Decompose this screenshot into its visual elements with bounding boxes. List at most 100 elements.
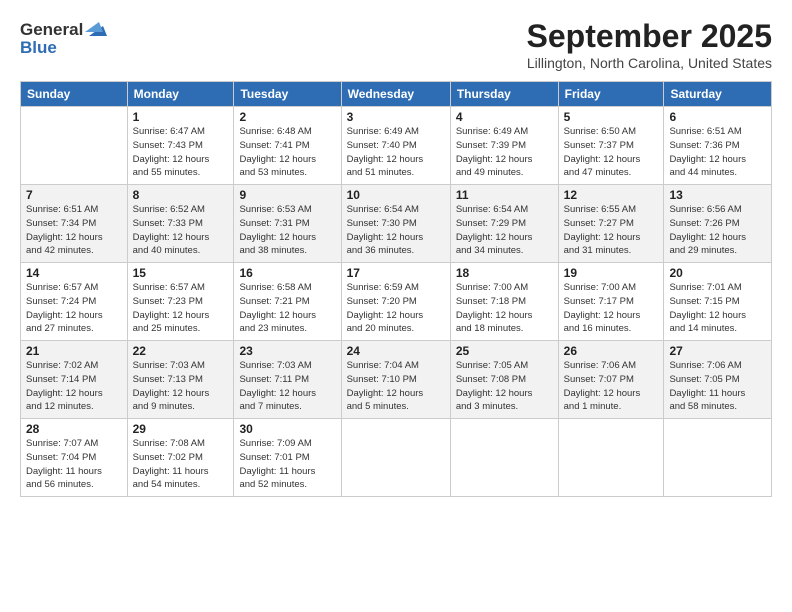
day-number: 30 (239, 422, 335, 436)
day-number: 12 (564, 188, 659, 202)
day-info: Sunrise: 6:59 AM Sunset: 7:20 PM Dayligh… (347, 281, 445, 336)
day-number: 5 (564, 110, 659, 124)
day-info: Sunrise: 7:00 AM Sunset: 7:17 PM Dayligh… (564, 281, 659, 336)
calendar-cell: 3Sunrise: 6:49 AM Sunset: 7:40 PM Daylig… (341, 107, 450, 185)
day-info: Sunrise: 6:54 AM Sunset: 7:29 PM Dayligh… (456, 203, 553, 258)
day-number: 26 (564, 344, 659, 358)
calendar-cell: 4Sunrise: 6:49 AM Sunset: 7:39 PM Daylig… (450, 107, 558, 185)
calendar-cell: 28Sunrise: 7:07 AM Sunset: 7:04 PM Dayli… (21, 419, 128, 497)
calendar-cell: 21Sunrise: 7:02 AM Sunset: 7:14 PM Dayli… (21, 341, 128, 419)
calendar-cell: 17Sunrise: 6:59 AM Sunset: 7:20 PM Dayli… (341, 263, 450, 341)
col-header-wednesday: Wednesday (341, 82, 450, 107)
day-info: Sunrise: 7:09 AM Sunset: 7:01 PM Dayligh… (239, 437, 335, 492)
calendar-cell: 2Sunrise: 6:48 AM Sunset: 7:41 PM Daylig… (234, 107, 341, 185)
day-info: Sunrise: 6:49 AM Sunset: 7:39 PM Dayligh… (456, 125, 553, 180)
day-info: Sunrise: 6:58 AM Sunset: 7:21 PM Dayligh… (239, 281, 335, 336)
calendar-cell: 13Sunrise: 6:56 AM Sunset: 7:26 PM Dayli… (664, 185, 772, 263)
day-info: Sunrise: 6:54 AM Sunset: 7:30 PM Dayligh… (347, 203, 445, 258)
logo-general: General (20, 20, 83, 40)
logo-icon (85, 18, 107, 40)
day-number: 11 (456, 188, 553, 202)
day-number: 20 (669, 266, 766, 280)
calendar-cell: 30Sunrise: 7:09 AM Sunset: 7:01 PM Dayli… (234, 419, 341, 497)
day-info: Sunrise: 6:57 AM Sunset: 7:24 PM Dayligh… (26, 281, 122, 336)
calendar-cell: 1Sunrise: 6:47 AM Sunset: 7:43 PM Daylig… (127, 107, 234, 185)
col-header-monday: Monday (127, 82, 234, 107)
col-header-thursday: Thursday (450, 82, 558, 107)
col-header-friday: Friday (558, 82, 664, 107)
calendar-cell: 26Sunrise: 7:06 AM Sunset: 7:07 PM Dayli… (558, 341, 664, 419)
day-info: Sunrise: 7:01 AM Sunset: 7:15 PM Dayligh… (669, 281, 766, 336)
day-number: 6 (669, 110, 766, 124)
day-info: Sunrise: 6:56 AM Sunset: 7:26 PM Dayligh… (669, 203, 766, 258)
calendar-cell (21, 107, 128, 185)
logo-blue: Blue (20, 38, 107, 58)
day-info: Sunrise: 7:06 AM Sunset: 7:07 PM Dayligh… (564, 359, 659, 414)
day-number: 9 (239, 188, 335, 202)
day-number: 2 (239, 110, 335, 124)
calendar-cell: 15Sunrise: 6:57 AM Sunset: 7:23 PM Dayli… (127, 263, 234, 341)
calendar-cell: 22Sunrise: 7:03 AM Sunset: 7:13 PM Dayli… (127, 341, 234, 419)
calendar-cell: 14Sunrise: 6:57 AM Sunset: 7:24 PM Dayli… (21, 263, 128, 341)
day-number: 14 (26, 266, 122, 280)
day-number: 10 (347, 188, 445, 202)
title-block: September 2025 Lillington, North Carolin… (527, 18, 772, 71)
day-info: Sunrise: 6:52 AM Sunset: 7:33 PM Dayligh… (133, 203, 229, 258)
day-number: 8 (133, 188, 229, 202)
day-number: 17 (347, 266, 445, 280)
day-info: Sunrise: 6:48 AM Sunset: 7:41 PM Dayligh… (239, 125, 335, 180)
calendar-cell (341, 419, 450, 497)
day-number: 29 (133, 422, 229, 436)
col-header-tuesday: Tuesday (234, 82, 341, 107)
calendar-cell: 7Sunrise: 6:51 AM Sunset: 7:34 PM Daylig… (21, 185, 128, 263)
calendar-cell: 11Sunrise: 6:54 AM Sunset: 7:29 PM Dayli… (450, 185, 558, 263)
calendar-cell: 16Sunrise: 6:58 AM Sunset: 7:21 PM Dayli… (234, 263, 341, 341)
day-info: Sunrise: 6:55 AM Sunset: 7:27 PM Dayligh… (564, 203, 659, 258)
day-number: 23 (239, 344, 335, 358)
calendar-cell: 12Sunrise: 6:55 AM Sunset: 7:27 PM Dayli… (558, 185, 664, 263)
calendar-cell: 5Sunrise: 6:50 AM Sunset: 7:37 PM Daylig… (558, 107, 664, 185)
day-number: 1 (133, 110, 229, 124)
calendar-cell: 23Sunrise: 7:03 AM Sunset: 7:11 PM Dayli… (234, 341, 341, 419)
calendar-cell: 9Sunrise: 6:53 AM Sunset: 7:31 PM Daylig… (234, 185, 341, 263)
calendar-table: SundayMondayTuesdayWednesdayThursdayFrid… (20, 81, 772, 497)
day-number: 7 (26, 188, 122, 202)
calendar-cell: 8Sunrise: 6:52 AM Sunset: 7:33 PM Daylig… (127, 185, 234, 263)
calendar-page: General Blue September 2025 Lillington, … (0, 0, 792, 612)
day-number: 24 (347, 344, 445, 358)
day-number: 18 (456, 266, 553, 280)
calendar-cell: 20Sunrise: 7:01 AM Sunset: 7:15 PM Dayli… (664, 263, 772, 341)
calendar-cell: 18Sunrise: 7:00 AM Sunset: 7:18 PM Dayli… (450, 263, 558, 341)
day-number: 28 (26, 422, 122, 436)
day-info: Sunrise: 6:47 AM Sunset: 7:43 PM Dayligh… (133, 125, 229, 180)
location: Lillington, North Carolina, United State… (527, 55, 772, 71)
day-info: Sunrise: 7:05 AM Sunset: 7:08 PM Dayligh… (456, 359, 553, 414)
day-number: 21 (26, 344, 122, 358)
day-number: 22 (133, 344, 229, 358)
calendar-cell: 24Sunrise: 7:04 AM Sunset: 7:10 PM Dayli… (341, 341, 450, 419)
day-info: Sunrise: 6:50 AM Sunset: 7:37 PM Dayligh… (564, 125, 659, 180)
day-info: Sunrise: 7:07 AM Sunset: 7:04 PM Dayligh… (26, 437, 122, 492)
calendar-cell (664, 419, 772, 497)
day-number: 25 (456, 344, 553, 358)
day-info: Sunrise: 7:04 AM Sunset: 7:10 PM Dayligh… (347, 359, 445, 414)
day-info: Sunrise: 7:03 AM Sunset: 7:11 PM Dayligh… (239, 359, 335, 414)
day-number: 19 (564, 266, 659, 280)
calendar-cell (450, 419, 558, 497)
day-info: Sunrise: 7:03 AM Sunset: 7:13 PM Dayligh… (133, 359, 229, 414)
calendar-cell: 25Sunrise: 7:05 AM Sunset: 7:08 PM Dayli… (450, 341, 558, 419)
day-info: Sunrise: 6:57 AM Sunset: 7:23 PM Dayligh… (133, 281, 229, 336)
calendar-cell: 19Sunrise: 7:00 AM Sunset: 7:17 PM Dayli… (558, 263, 664, 341)
day-info: Sunrise: 7:02 AM Sunset: 7:14 PM Dayligh… (26, 359, 122, 414)
day-number: 3 (347, 110, 445, 124)
col-header-saturday: Saturday (664, 82, 772, 107)
day-info: Sunrise: 7:06 AM Sunset: 7:05 PM Dayligh… (669, 359, 766, 414)
calendar-cell: 27Sunrise: 7:06 AM Sunset: 7:05 PM Dayli… (664, 341, 772, 419)
day-number: 15 (133, 266, 229, 280)
calendar-cell: 10Sunrise: 6:54 AM Sunset: 7:30 PM Dayli… (341, 185, 450, 263)
day-info: Sunrise: 6:53 AM Sunset: 7:31 PM Dayligh… (239, 203, 335, 258)
day-info: Sunrise: 6:51 AM Sunset: 7:34 PM Dayligh… (26, 203, 122, 258)
day-number: 13 (669, 188, 766, 202)
day-info: Sunrise: 7:08 AM Sunset: 7:02 PM Dayligh… (133, 437, 229, 492)
day-info: Sunrise: 6:51 AM Sunset: 7:36 PM Dayligh… (669, 125, 766, 180)
